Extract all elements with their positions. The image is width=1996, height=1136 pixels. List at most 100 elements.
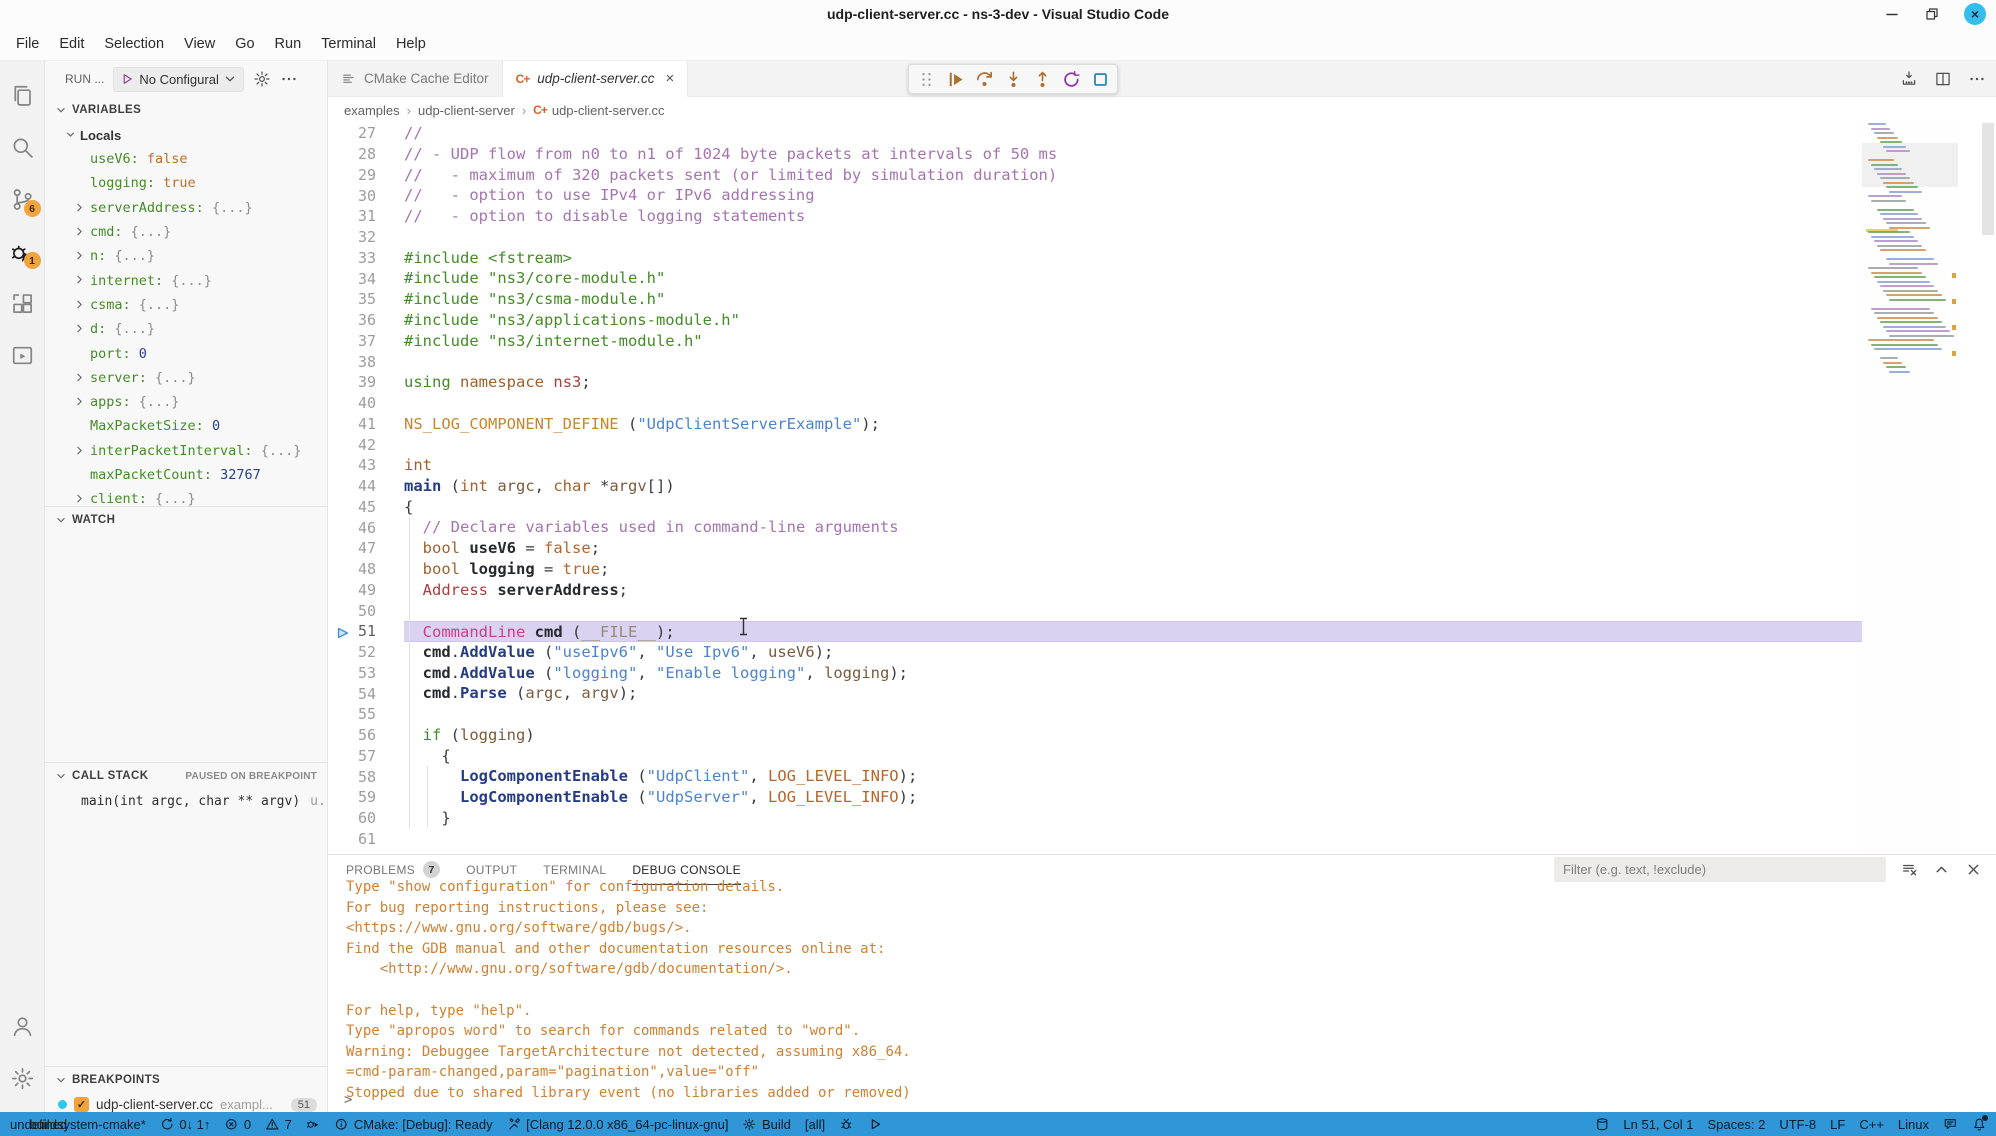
variable-row[interactable]: csma: {...}	[45, 293, 327, 317]
clear-console-icon[interactable]	[1901, 861, 1918, 878]
code-line[interactable]: 51 CommandLine cmd (__FILE__);	[328, 621, 1996, 642]
variable-row[interactable]: client: {...}	[45, 487, 327, 506]
more-actions-button[interactable]	[1968, 70, 1986, 88]
code-line[interactable]: 57 {	[328, 746, 1996, 767]
line-number[interactable]: 50	[328, 602, 404, 620]
debug-console-output[interactable]: Type "show configuration" for configurat…	[328, 877, 1996, 1112]
activity-source-control[interactable]: 6	[0, 173, 45, 225]
status-item-cmake-kit[interactable]: [Clang 12.0.0 x86_64-pc-linux-gnu]	[507, 1117, 729, 1132]
line-number[interactable]: 34	[328, 270, 404, 288]
line-number[interactable]: 43	[328, 456, 404, 474]
status-item-debug-console-toggle[interactable]	[306, 1117, 321, 1132]
line-number[interactable]: 56	[328, 726, 404, 744]
variable-row[interactable]: apps: {...}	[45, 390, 327, 414]
chevron-right-icon[interactable]	[73, 298, 86, 311]
variable-row[interactable]: logging: true	[45, 171, 327, 195]
line-number[interactable]: 49	[328, 581, 404, 599]
scrollbar-thumb[interactable]	[1982, 123, 1994, 235]
chevron-right-icon[interactable]	[73, 273, 86, 286]
breadcrumb-item[interactable]: examples	[344, 103, 400, 118]
activity-run-and-debug[interactable]: 1	[0, 225, 45, 277]
stop-button[interactable]	[1087, 66, 1113, 92]
close-button[interactable]: ×	[1964, 3, 1986, 25]
variables-scope-locals[interactable]: Locals	[45, 123, 327, 147]
code-line[interactable]: 37#include "ns3/internet-module.h"	[328, 331, 1996, 352]
status-item-notifications[interactable]	[1972, 1117, 1987, 1132]
code-line[interactable]: 40	[328, 393, 1996, 414]
debug-config-dropdown[interactable]: No Configural	[113, 67, 244, 92]
code-line[interactable]: 38	[328, 351, 1996, 372]
debug-current-line-icon[interactable]	[336, 626, 350, 640]
code-editor[interactable]: 27//28// - UDP flow from n0 to n1 of 102…	[328, 123, 1996, 854]
chevron-right-icon[interactable]	[73, 322, 86, 335]
status-item-cmake-launch[interactable]	[868, 1117, 883, 1132]
code-line[interactable]: 43int	[328, 455, 1996, 476]
code-line[interactable]: 54 cmd.Parse (argc, argv);	[328, 683, 1996, 704]
variables-section-header[interactable]: VARIABLES	[45, 97, 327, 123]
code-line[interactable]: 45{	[328, 497, 1996, 518]
status-item-error-count[interactable]: 0	[224, 1117, 251, 1132]
status-item-feedback[interactable]	[1943, 1117, 1958, 1132]
chevron-right-icon[interactable]	[73, 249, 86, 262]
line-number[interactable]: 39	[328, 373, 404, 391]
status-item-cmake-target[interactable]: [all]	[805, 1117, 825, 1132]
line-number[interactable]: 48	[328, 560, 404, 578]
menu-item-view[interactable]: View	[174, 32, 225, 56]
activity-search[interactable]	[0, 121, 45, 173]
code-line[interactable]: 34#include "ns3/core-module.h"	[328, 268, 1996, 289]
code-line[interactable]: 53 cmd.AddValue ("logging", "Enable logg…	[328, 663, 1996, 684]
line-number[interactable]: 54	[328, 685, 404, 703]
line-number[interactable]: 51	[328, 622, 404, 640]
restore-button[interactable]	[1924, 6, 1940, 22]
line-number[interactable]: 42	[328, 436, 404, 454]
line-number[interactable]: 55	[328, 705, 404, 723]
status-item-encoding[interactable]: UTF-8	[1779, 1117, 1816, 1132]
line-number[interactable]: 52	[328, 643, 404, 661]
menu-item-selection[interactable]: Selection	[94, 32, 174, 56]
variable-row[interactable]: serverAddress: {...}	[45, 196, 327, 220]
line-number[interactable]: 47	[328, 539, 404, 557]
chevron-right-icon[interactable]	[73, 492, 86, 505]
menu-item-help[interactable]: Help	[386, 32, 436, 56]
line-number[interactable]: 44	[328, 477, 404, 495]
line-number[interactable]: 45	[328, 498, 404, 516]
code-line[interactable]: 35#include "ns3/csma-module.h"	[328, 289, 1996, 310]
variable-row[interactable]: useV6: false	[45, 147, 327, 171]
menu-item-file[interactable]: File	[6, 32, 49, 56]
line-number[interactable]: 61	[328, 830, 404, 848]
activity-accounts[interactable]	[0, 1000, 45, 1052]
line-number[interactable]: 41	[328, 415, 404, 433]
line-number[interactable]: 27	[328, 124, 404, 142]
code-line[interactable]: 41NS_LOG_COMPONENT_DEFINE ("UdpClientSer…	[328, 414, 1996, 435]
status-item-git-branch[interactable]: undefinedbuildsystem-cmake*	[10, 1117, 146, 1132]
split-editor-button[interactable]	[1934, 70, 1952, 88]
line-number[interactable]: 33	[328, 249, 404, 267]
code-line[interactable]: 27//	[328, 123, 1996, 144]
activity-extensions[interactable]	[0, 277, 45, 329]
code-line[interactable]: 36#include "ns3/applications-module.h"	[328, 310, 1996, 331]
line-number[interactable]: 53	[328, 664, 404, 682]
status-item-indentation[interactable]: Spaces: 2	[1708, 1117, 1766, 1132]
status-item-eol[interactable]: LF	[1830, 1117, 1845, 1132]
chevron-right-icon[interactable]	[73, 201, 86, 214]
line-number[interactable]: 30	[328, 187, 404, 205]
step-into-button[interactable]	[1000, 66, 1026, 92]
breakpoint-checkbox[interactable]: ✓	[74, 1097, 89, 1112]
menu-item-terminal[interactable]: Terminal	[311, 32, 386, 56]
status-item-language-mode[interactable]: C++	[1859, 1117, 1884, 1132]
variable-row[interactable]: maxPacketCount: 32767	[45, 463, 327, 487]
code-line[interactable]: 42	[328, 434, 1996, 455]
code-line[interactable]: 31// - option to disable logging stateme…	[328, 206, 1996, 227]
variable-row[interactable]: d: {...}	[45, 317, 327, 341]
status-item-sync-status[interactable]: 0↓ 1↑	[160, 1117, 211, 1132]
line-number[interactable]: 38	[328, 353, 404, 371]
minimap[interactable]	[1862, 123, 1958, 854]
code-line[interactable]: 44main (int argc, char *argv[])	[328, 476, 1996, 497]
code-line[interactable]: 48 bool logging = true;	[328, 559, 1996, 580]
chevron-right-icon[interactable]	[73, 225, 86, 238]
code-line[interactable]: 60 }	[328, 808, 1996, 829]
status-item-cursor-position[interactable]: Ln 51, Col 1	[1623, 1117, 1693, 1132]
status-item-cmake-status[interactable]: CMake: [Debug]: Ready	[334, 1117, 492, 1132]
restart-button[interactable]	[1058, 66, 1084, 92]
code-line[interactable]: 30// - option to use IPv4 or IPv6 addres…	[328, 185, 1996, 206]
